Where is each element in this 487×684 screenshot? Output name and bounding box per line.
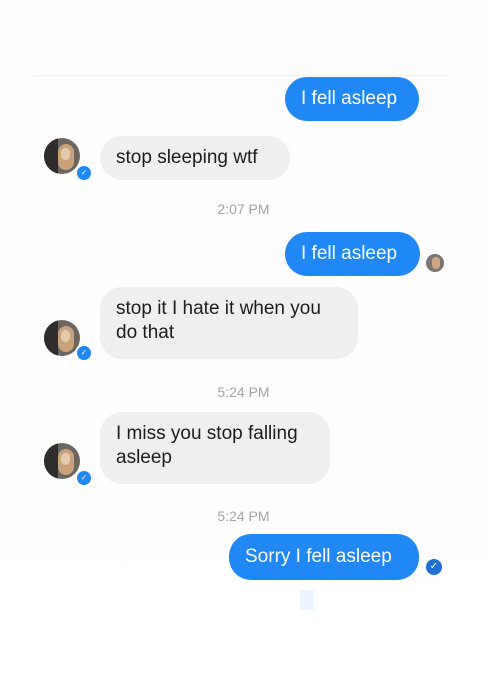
chat-screen: I fell asleep ✓ stop sleeping wtf 2:07 P… [0,0,487,684]
timestamp: 5:24 PM [217,508,270,524]
timestamp: 2:07 PM [217,201,270,217]
message-bubble-outgoing[interactable]: Sorry I fell asleep [229,534,419,580]
read-receipt-avatar [426,254,444,272]
messenger-badge-icon: ✓ [75,469,93,487]
message-bubble-outgoing[interactable]: I fell asleep [285,77,419,121]
message-bubble-incoming[interactable]: stop it I hate it when you do that [100,287,358,359]
contact-avatar[interactable] [44,443,80,479]
messenger-badge-icon: ✓ [75,344,93,362]
message-bubble-incoming[interactable]: I miss you stop falling asleep [100,412,330,484]
message-bubble-outgoing[interactable]: I fell asleep [285,232,420,276]
delivered-check-icon: ✓ [426,559,442,575]
contact-avatar[interactable] [44,138,80,174]
timestamp: 5:24 PM [217,384,270,400]
divider [34,75,447,76]
message-bubble-incoming[interactable]: stop sleeping wtf [100,136,290,180]
artifact-smudge [300,590,314,610]
messenger-badge-icon: ✓ [75,164,93,182]
